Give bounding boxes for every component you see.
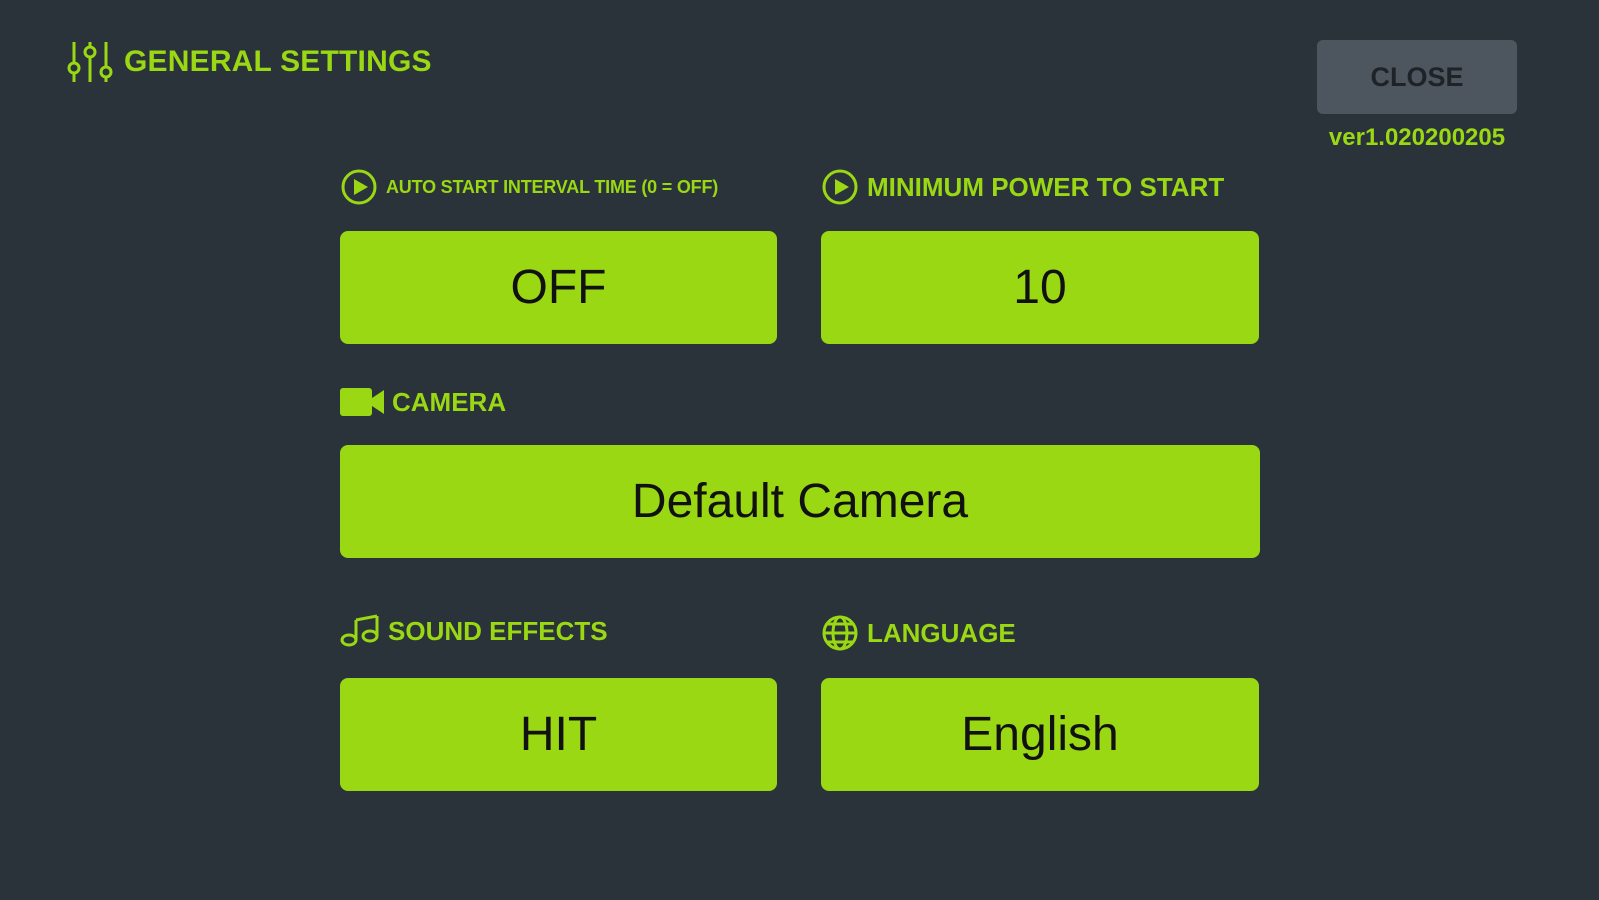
minimum-power-value-button[interactable]: 10 xyxy=(821,231,1259,344)
minimum-power-label-text: MINIMUM POWER TO START xyxy=(867,171,1225,202)
minimum-power-label: MINIMUM POWER TO START xyxy=(821,168,1224,206)
camera-label-text: CAMERA xyxy=(392,386,507,417)
language-label-text: LANGUAGE xyxy=(867,617,1016,648)
sound-effects-label-text: SOUND EFFECTS xyxy=(388,615,608,646)
play-circle-icon xyxy=(821,168,859,206)
globe-icon xyxy=(821,614,859,652)
page-title: GENERAL SETTINGS xyxy=(124,45,432,78)
sound-effects-value-button[interactable]: HIT xyxy=(340,678,777,791)
auto-start-label-text: AUTO START INTERVAL TIME (0 = OFF) xyxy=(386,176,719,197)
music-note-icon xyxy=(340,614,380,648)
camera-label: CAMERA xyxy=(340,386,506,418)
settings-header: GENERAL SETTINGS xyxy=(66,40,432,84)
language-value-button[interactable]: English xyxy=(821,678,1259,791)
video-camera-icon xyxy=(340,386,384,418)
close-button[interactable]: CLOSE xyxy=(1317,40,1517,114)
play-circle-icon xyxy=(340,168,378,206)
version-label: ver1.020200205 xyxy=(1328,124,1506,151)
camera-value-button[interactable]: Default Camera xyxy=(340,445,1260,558)
language-label: LANGUAGE xyxy=(821,614,1016,652)
auto-start-label: AUTO START INTERVAL TIME (0 = OFF) xyxy=(340,168,718,206)
sound-effects-label: SOUND EFFECTS xyxy=(340,614,608,648)
sliders-icon xyxy=(66,40,114,84)
auto-start-value-button[interactable]: OFF xyxy=(340,231,777,344)
